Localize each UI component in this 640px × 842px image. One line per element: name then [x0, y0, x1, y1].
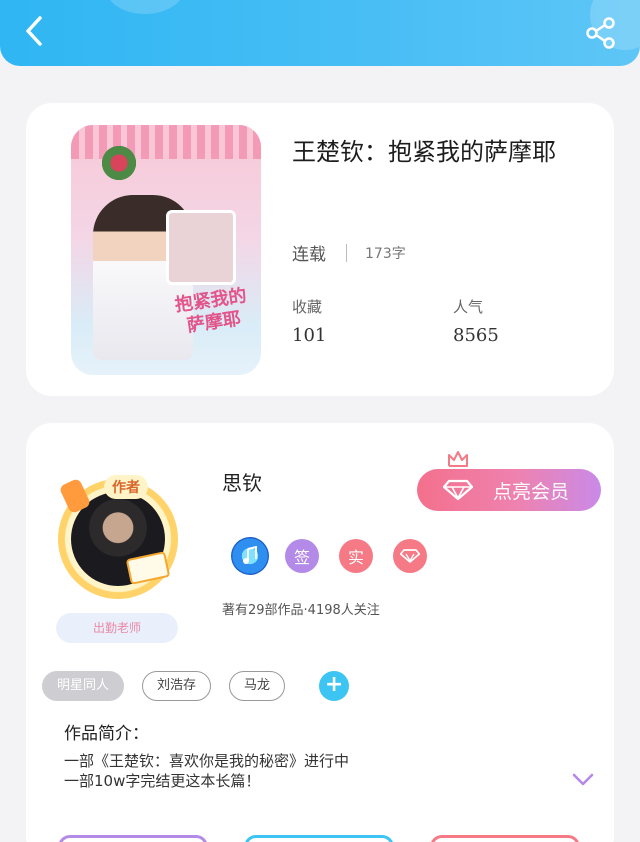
- music-medal-icon[interactable]: [231, 537, 269, 575]
- word-count: 173字: [365, 245, 406, 262]
- activate-vip-button[interactable]: 点亮会员: [417, 469, 601, 511]
- divider: [346, 243, 347, 262]
- author-title-label: 出勤老师: [56, 613, 178, 643]
- book-cover[interactable]: 抱紧我的萨摩耶: [71, 125, 261, 375]
- back-button[interactable]: [18, 14, 52, 48]
- intro-line: 一部《王楚钦：喜欢你是我的秘密》进行中: [64, 752, 350, 770]
- diamond-icon: [400, 549, 420, 563]
- bottom-buttons-peek: [26, 835, 614, 842]
- popularity-value: 8565: [453, 325, 499, 346]
- favorites-value: 101: [292, 325, 327, 346]
- popularity-stat: 人气 8565: [453, 296, 499, 346]
- flower-bouquet-icon: [99, 143, 139, 183]
- bottom-button[interactable]: [58, 835, 208, 842]
- cover-photo: [166, 210, 236, 285]
- share-button[interactable]: [584, 16, 618, 50]
- bottom-button[interactable]: [430, 835, 580, 842]
- top-bar: [0, 0, 640, 66]
- chevron-down-icon: [572, 773, 594, 786]
- crown-icon: [448, 451, 468, 467]
- bottom-button[interactable]: [244, 835, 394, 842]
- tag-item[interactable]: 明星同人: [42, 671, 125, 701]
- vip-button-label: 点亮会员: [493, 480, 570, 503]
- author-badges: 签 实: [231, 537, 447, 575]
- decorative-bubble: [105, 0, 185, 14]
- favorites-stat: 收藏 101: [292, 296, 326, 346]
- vip-gem-badge[interactable]: [393, 539, 427, 573]
- intro-text: 一部《王楚钦：喜欢你是我的秘密》进行中 一部10w字完结更这本长篇！: [64, 751, 544, 791]
- music-note-icon: [243, 546, 257, 564]
- author-name: 思钦: [222, 471, 262, 495]
- diamond-icon: [443, 479, 473, 501]
- book-info-card: 抱紧我的萨摩耶 王楚钦：抱紧我的萨摩耶 连载 173字 收藏 101 人气 85…: [26, 103, 614, 396]
- share-icon: [586, 17, 615, 49]
- add-tag-button[interactable]: +: [319, 671, 350, 701]
- intro-line: 一部10w字完结更这本长篇！: [64, 772, 261, 790]
- verified-badge[interactable]: 实: [339, 539, 373, 573]
- intro-title: 作品简介：: [64, 724, 149, 744]
- cover-stripe: [71, 125, 261, 159]
- author-badge: 作者: [104, 475, 148, 499]
- serial-status: 连载: [292, 245, 326, 265]
- expand-button[interactable]: [572, 771, 594, 787]
- favorites-label: 收藏: [292, 298, 323, 316]
- tag-item[interactable]: 刘浩存: [142, 671, 212, 701]
- popularity-label: 人气: [453, 298, 484, 316]
- cover-title-art: 抱紧我的萨摩耶: [173, 285, 248, 337]
- tag-list: 明星同人 刘浩存 马龙 +: [42, 671, 350, 701]
- author-card: 作者 出勤老师 思钦 点亮会员 签 实 著有29部作品·4198人关注 明星同人…: [26, 423, 614, 842]
- signed-badge[interactable]: 签: [285, 539, 319, 573]
- tag-item[interactable]: 马龙: [229, 671, 286, 701]
- author-works-info: 著有29部作品·4198人关注: [222, 603, 380, 618]
- book-title: 王楚钦：抱紧我的萨摩耶: [292, 138, 556, 166]
- status-row: 连载 173字: [292, 240, 406, 265]
- chevron-left-icon: [26, 16, 42, 46]
